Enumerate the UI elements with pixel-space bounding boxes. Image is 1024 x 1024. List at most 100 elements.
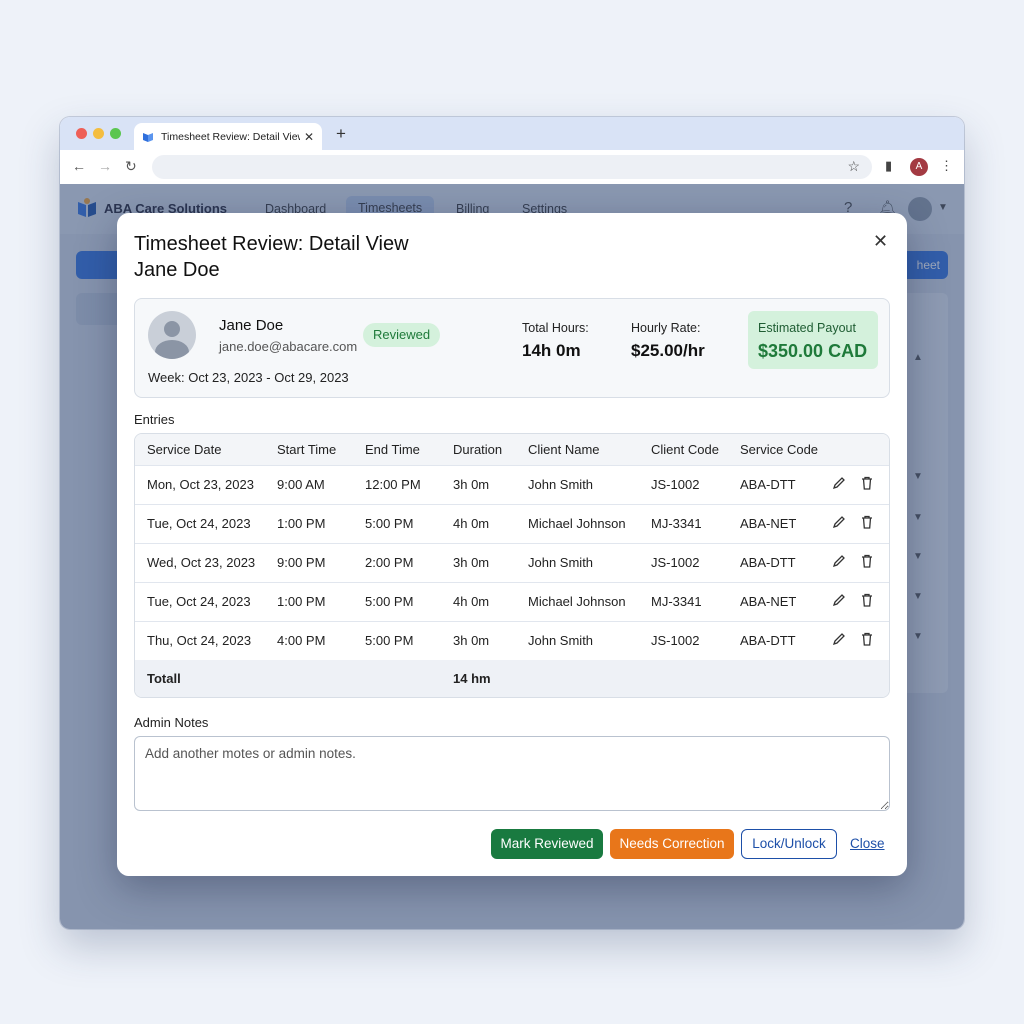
cell-start-time: 9:00 AM	[277, 477, 325, 492]
table-row: Tue, Oct 24, 2023 1:00 PM 5:00 PM 4h 0m Mich…	[135, 504, 889, 544]
employee-avatar	[148, 311, 196, 359]
cell-start-time: 1:00 PM	[277, 594, 326, 609]
cell-start-time: 9:00 PM	[277, 555, 326, 570]
table-row: Tue, Oct 24, 2023 1:00 PM 5:00 PM 4h 0m Mich…	[135, 582, 889, 622]
estimated-payout-box: Estimated Payout $350.00 CAD	[748, 311, 878, 369]
cell-client-name: John Smith	[528, 477, 594, 492]
payout-label: Estimated Payout	[758, 321, 856, 335]
cell-duration: 3h 0m	[453, 633, 490, 648]
cell-start-time: 1:00 PM	[277, 516, 326, 531]
cell-client-name: John Smith	[528, 555, 594, 570]
profile-avatar[interactable]: A	[910, 158, 928, 176]
side-panel-icon[interactable]: ▮	[885, 158, 892, 174]
close-link[interactable]: Close	[850, 836, 885, 851]
needs-correction-button[interactable]: Needs Correction	[610, 829, 734, 859]
cell-end-time: 5:00 PM	[365, 516, 414, 531]
cell-service-code: ABA-NET	[740, 516, 797, 531]
cell-client-code: JS-1002	[651, 633, 700, 648]
modal-subtitle: Jane Doe	[134, 259, 220, 281]
browser-toolbar: ← → ↻ ☆ ▮ A ⋮	[60, 150, 964, 185]
bookmark-star-icon[interactable]: ☆	[847, 158, 860, 175]
week-range: Week: Oct 23, 2023 - Oct 29, 2023	[148, 370, 349, 385]
favicon-icon	[143, 132, 153, 142]
total-hours-label: Total Hours:	[522, 321, 589, 335]
col-service-date: Service Date	[147, 442, 222, 457]
cell-service-date: Tue, Oct 24, 2023	[147, 594, 251, 609]
delete-trash-icon[interactable]	[859, 631, 875, 647]
browser-tab[interactable]: Timesheet Review: Detail View ✕	[134, 123, 322, 150]
cell-service-code: ABA-DTT	[740, 555, 796, 570]
cell-start-time: 4:00 PM	[277, 633, 326, 648]
cell-end-time: 12:00 PM	[365, 477, 421, 492]
edit-pencil-icon[interactable]	[831, 592, 847, 608]
cell-service-date: Mon, Oct 23, 2023	[147, 477, 254, 492]
employee-name: Jane Doe	[219, 317, 284, 334]
cell-client-code: MJ-3341	[651, 516, 702, 531]
back-icon[interactable]: ←	[72, 158, 86, 174]
tab-close-icon[interactable]: ✕	[304, 130, 314, 144]
delete-trash-icon[interactable]	[859, 553, 875, 569]
total-value: 14 hm	[453, 671, 491, 686]
admin-notes-label: Admin Notes	[134, 715, 209, 730]
cell-service-code: ABA-NET	[740, 594, 797, 609]
menu-kebab-icon[interactable]: ⋮	[940, 158, 953, 174]
cell-client-code: JS-1002	[651, 477, 700, 492]
delete-trash-icon[interactable]	[859, 592, 875, 608]
cell-client-name: Michael Johnson	[528, 516, 626, 531]
forward-icon[interactable]: →	[98, 158, 112, 174]
cell-duration: 4h 0m	[453, 594, 490, 609]
hourly-rate-value: $25.00/hr	[631, 341, 705, 360]
modal-title-text: Timesheet Review: Detail View	[134, 233, 409, 255]
total-label: Totall	[147, 671, 181, 686]
table-header-row: Service Date Start Time End Time Duratio…	[135, 434, 889, 466]
maximize-window-button[interactable]	[110, 128, 121, 139]
new-tab-icon[interactable]: +	[336, 124, 346, 144]
cell-service-code: ABA-DTT	[740, 477, 796, 492]
cell-duration: 4h 0m	[453, 516, 490, 531]
address-bar[interactable]: ☆	[152, 155, 872, 179]
table-row: Wed, Oct 23, 2023 9:00 PM 2:00 PM 3h 0m John…	[135, 543, 889, 583]
cell-end-time: 5:00 PM	[365, 633, 414, 648]
cell-end-time: 5:00 PM	[365, 594, 414, 609]
lock-unlock-button[interactable]: Lock/Unlock	[741, 829, 837, 859]
cell-service-date: Wed, Oct 23, 2023	[147, 555, 256, 570]
cell-client-code: JS-1002	[651, 555, 700, 570]
edit-pencil-icon[interactable]	[831, 553, 847, 569]
tab-strip: Timesheet Review: Detail View ✕ +	[60, 117, 964, 150]
col-start-time: Start Time	[277, 442, 337, 457]
col-duration: Duration	[453, 442, 503, 457]
table-row: Mon, Oct 23, 2023 9:00 AM 12:00 PM 3h 0m Joh…	[135, 465, 889, 505]
cell-service-date: Thu, Oct 24, 2023	[147, 633, 252, 648]
close-window-button[interactable]	[76, 128, 87, 139]
entries-table: Service Date Start Time End Time Duratio…	[134, 433, 890, 698]
table-row: Thu, Oct 24, 2023 4:00 PM 5:00 PM 3h 0m John…	[135, 621, 889, 661]
col-client-name: Client Name	[528, 442, 600, 457]
payout-value: $350.00 CAD	[758, 341, 868, 361]
edit-pencil-icon[interactable]	[831, 475, 847, 491]
edit-pencil-icon[interactable]	[831, 631, 847, 647]
edit-pencil-icon[interactable]	[831, 514, 847, 530]
total-hours-value: 14h 0m	[522, 341, 581, 360]
employee-summary-card: Jane Doe jane.doe@abacare.com Week: Oct …	[134, 298, 890, 398]
status-badge: Reviewed	[363, 323, 441, 347]
cell-duration: 3h 0m	[453, 477, 490, 492]
cell-duration: 3h 0m	[453, 555, 490, 570]
delete-trash-icon[interactable]	[859, 475, 875, 491]
employee-email: jane.doe@abacare.com	[219, 339, 358, 354]
reload-icon[interactable]: ↻	[125, 158, 137, 175]
admin-notes-input[interactable]	[134, 736, 890, 811]
minimize-window-button[interactable]	[93, 128, 104, 139]
hourly-rate-label: Hourly Rate:	[631, 321, 701, 335]
col-end-time: End Time	[365, 442, 420, 457]
tab-title: Timesheet Review: Detail View	[161, 130, 300, 143]
close-icon[interactable]: ✕	[873, 231, 888, 252]
cell-service-date: Tue, Oct 24, 2023	[147, 516, 251, 531]
cell-client-code: MJ-3341	[651, 594, 702, 609]
entries-label: Entries	[134, 412, 175, 427]
cell-service-code: ABA-DTT	[740, 633, 796, 648]
delete-trash-icon[interactable]	[859, 514, 875, 530]
mark-reviewed-button[interactable]: Mark Reviewed	[491, 829, 603, 859]
timesheet-detail-modal: Timesheet Review: Detail View Jane Doe ✕…	[117, 213, 907, 876]
cell-client-name: John Smith	[528, 633, 594, 648]
col-service-code: Service Code	[740, 442, 819, 457]
